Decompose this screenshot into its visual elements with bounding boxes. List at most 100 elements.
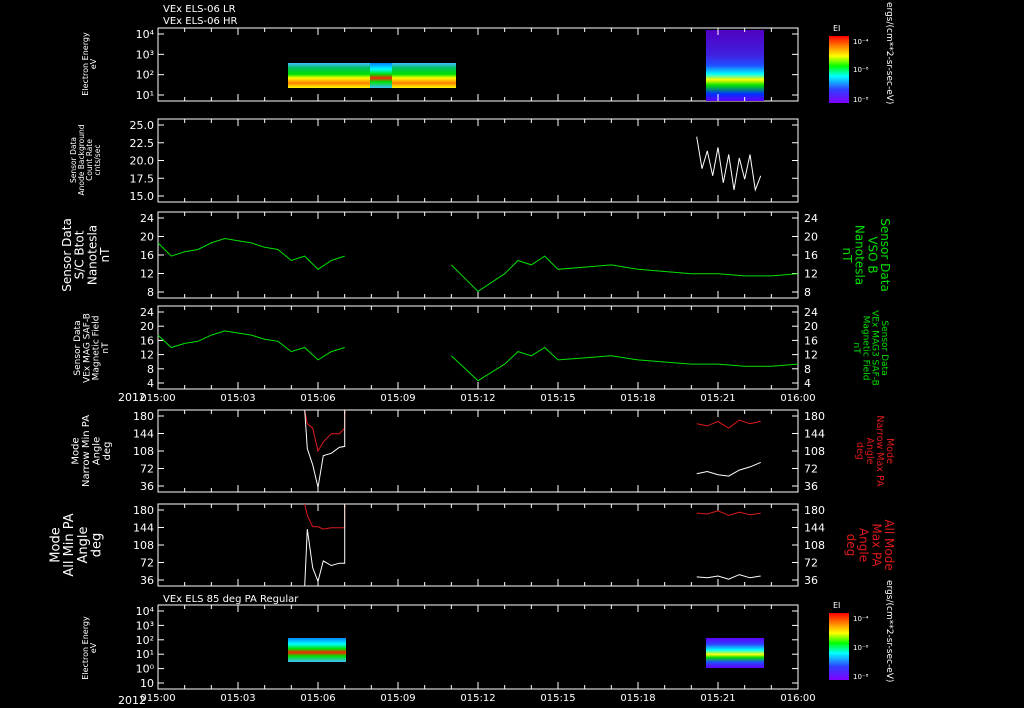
p4-right-label: Sensor DataVEx MAG3 SAF-BMagnetic Fieldn…: [851, 310, 889, 386]
y-tick-label: 180: [133, 410, 154, 423]
y-tick-label: 20: [140, 320, 154, 333]
panel-6-frame: [157, 503, 799, 587]
p4-series-0: [157, 330, 345, 361]
y-tick-label: 20.0: [130, 155, 155, 168]
y-tick-label: 10¹: [136, 648, 154, 661]
p6-left-label: ModeAll Min PAAngledeg: [49, 513, 105, 576]
y-tick-label: 22.5: [130, 137, 155, 150]
y-tick-label-right: 20: [804, 231, 818, 244]
y-tick-label-right: 12: [804, 349, 818, 362]
y-tick-label: 180: [133, 504, 154, 517]
y-tick-label: 10¹: [136, 89, 154, 102]
colorbar-top-tick-2: 10⁻⁶: [853, 66, 869, 74]
p6-series-1: [304, 504, 346, 587]
y-tick-label-right: 36: [804, 480, 818, 493]
y-tick-label-right: 180: [804, 410, 825, 423]
y-tick-label: 16: [140, 249, 154, 262]
p6-series-3: [696, 574, 761, 580]
y-tick-label-right: 12: [804, 268, 818, 281]
y-tick-label-right: 36: [804, 574, 818, 587]
colorbar-bottom-gradient: [829, 613, 849, 680]
y-tick-label: 10⁴: [136, 28, 155, 41]
y-tick-label-right: 4: [804, 377, 811, 390]
axis-ticks: [157, 28, 799, 689]
y-tick-label-right: 8: [804, 286, 811, 299]
header-line-1: VEx ELS-06 LR: [163, 4, 236, 15]
y-tick-label-right: 144: [804, 522, 825, 535]
y-tick-label-right: 24: [804, 212, 818, 225]
y-tick-label: 72: [140, 557, 154, 570]
y-tick-label-right: 20: [804, 320, 818, 333]
p5-series-3: [696, 461, 761, 477]
y-tick-label: 10³: [136, 619, 154, 632]
time-tick-label-bottom: 015:06: [300, 693, 335, 704]
y-tick-label: 108: [133, 539, 154, 552]
p6-right-label-line: deg: [844, 534, 858, 557]
time-tick-label-bottom: 015:03: [220, 693, 255, 704]
y-tick-label: 4: [147, 377, 154, 390]
p4-series-0: [450, 346, 799, 382]
y-tick-label-right: 16: [804, 334, 818, 347]
y-tick-label: 36: [140, 574, 154, 587]
p5-series-0: [304, 409, 346, 453]
colorbar-top-tick-1: 10⁻⁴: [853, 38, 869, 46]
y-tick-label: 10²: [136, 634, 154, 647]
colorbar-bottom: EI 10⁻⁴ 10⁻⁶ 10⁻⁸: [829, 601, 869, 681]
time-tick-label-bottom: 015:00: [140, 693, 175, 704]
p5-left-label-line: Angle: [91, 437, 102, 465]
y-tick-label: 15.0: [130, 190, 155, 203]
panel-5-frame: [157, 409, 799, 493]
data-lines: [157, 136, 799, 587]
p5-left-label: Mode Narrow Min PA Angle deg: [70, 415, 113, 487]
panel-4-frame: [157, 305, 799, 390]
time-tick-label-bottom: 016:00: [780, 693, 815, 704]
colorbar-bottom-tick-3: 10⁻⁸: [853, 673, 869, 681]
y-tick-label: 8: [147, 363, 154, 376]
y-tick-label: 10²: [136, 69, 154, 82]
p4-left-label-line: nT: [101, 342, 111, 354]
time-tick-label-mid: 015:03: [220, 393, 255, 404]
colorbar-top-tick-3: 10⁻⁸: [853, 96, 869, 104]
y-tick-label: 10: [140, 677, 154, 690]
y-tick-label-right: 24: [804, 306, 818, 319]
y-tick-label: 20: [140, 231, 154, 244]
p3-left-label: Sensor DataS/C BtotNanoteslanT: [60, 218, 112, 292]
time-tick-label-bottom: 015:15: [540, 693, 575, 704]
y-tick-label-right: 16: [804, 249, 818, 262]
p2-left-label-line: cnts/sec: [93, 145, 102, 176]
p3-series-0: [157, 237, 345, 270]
time-tick-label-bottom: 015:21: [700, 693, 735, 704]
p6-series-2: [696, 510, 761, 516]
p7-left-label: Electron Energy eV: [81, 616, 98, 680]
colorbar-top: EI 10⁻⁴ 10⁻⁶ 10⁻⁸: [829, 24, 869, 104]
y-tick-label: 17.5: [130, 172, 155, 185]
plot-canvas: VEx ELS-06 LR VEx ELS-06 HR EI 10⁻⁴ 10⁻⁶…: [49, 2, 896, 707]
y-tick-label-right: 72: [804, 463, 818, 476]
colorbar-bottom-tick-1: 10⁻⁴: [853, 615, 869, 623]
time-tick-label-mid: 015:00: [140, 393, 175, 404]
colorbar-bottom-title: EI: [833, 601, 840, 610]
y-tick-label: 8: [147, 286, 154, 299]
time-tick-label-mid: 015:12: [460, 393, 495, 404]
p2-series-0: [696, 136, 762, 192]
panel-frames: [157, 27, 799, 690]
p1-left-label: Electron Energy eV: [81, 32, 98, 96]
y-tick-label: 10³: [136, 48, 154, 61]
y-tick-label: 12: [140, 349, 154, 362]
colorbar-top-gradient: [829, 36, 849, 103]
p3-right-label-line: nT: [840, 248, 854, 264]
colorbar-bottom-tick-2: 10⁻⁶: [853, 644, 869, 652]
p2-left-label: Sensor DataAnode BackgroundCount Ratecnt…: [69, 124, 102, 195]
p6-left-label-line: deg: [89, 533, 104, 558]
p3-series-0: [450, 255, 799, 293]
p1-left-label-line: eV: [89, 58, 98, 69]
colorbar-unit-top: ergs/(cm**2-sr-sec-eV): [884, 2, 894, 104]
y-tick-label-right: 8: [804, 363, 811, 376]
p5-left-label-line: deg: [102, 442, 113, 461]
time-tick-label-bottom: 015:18: [620, 693, 655, 704]
p5-right-label: ModeNarrow Max PAAngledeg: [854, 415, 895, 487]
spectrogram-block-hr: [706, 30, 764, 101]
time-tick-label-mid: 015:06: [300, 393, 335, 404]
time-tick-label-bottom: 015:12: [460, 693, 495, 704]
p5-series-1: [304, 409, 346, 488]
